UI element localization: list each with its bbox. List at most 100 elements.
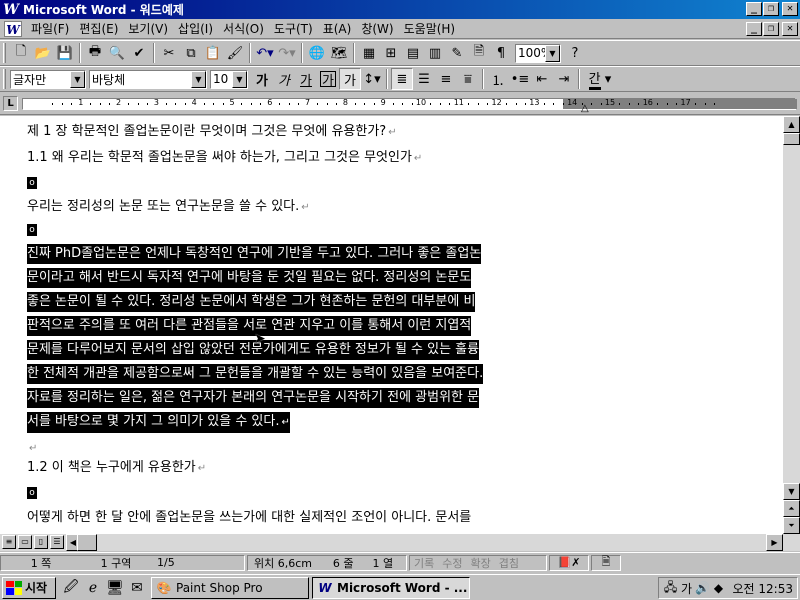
save-icon[interactable]: 💾 (54, 42, 76, 64)
character-scale-icon[interactable]: ↕▾ (361, 68, 383, 90)
menu-file[interactable]: 파일(F) (26, 20, 74, 38)
open-folder-icon[interactable]: 📂 (32, 42, 54, 64)
shading-button[interactable]: 가 (339, 68, 361, 90)
document-area[interactable]: 제 1 장 학문적인 졸업논문이란 무엇이며 그것은 무엇에 유용한가? ↵ 1.… (0, 116, 783, 534)
menu-format[interactable]: 서식(O) (218, 20, 269, 38)
menu-insert[interactable]: 삽입(I) (173, 20, 218, 38)
horizontal-scroll-thumb[interactable] (77, 534, 97, 551)
horizontal-scrollbar[interactable]: ≡ ▭ ▯ ☰ ◀ ▶ (0, 534, 800, 551)
word-app-icon[interactable]: W (3, 2, 19, 18)
border-button[interactable]: 가 (317, 68, 339, 90)
start-button[interactable]: 시작 (2, 576, 56, 599)
insert-excel-icon[interactable]: ▤ (402, 42, 424, 64)
menu-edit[interactable]: 편집(E) (74, 20, 123, 38)
spelling-status-icon[interactable]: 📕✗ (549, 554, 589, 571)
taskbar-item-paintshop[interactable]: 🎨 Paint Shop Pro (151, 576, 309, 599)
style-select[interactable]: 글자만 ▼ (10, 69, 86, 89)
font-color-button[interactable]: 간 ▾ (583, 68, 617, 90)
undo-icon[interactable]: ↶▾ (254, 42, 276, 64)
doc-close-icon[interactable]: ✕ (782, 22, 798, 36)
web-toolbar-icon[interactable]: 🗺 (328, 42, 350, 64)
chevron-down-icon[interactable]: ▼ (70, 70, 85, 88)
taskbar-item-word[interactable]: W Microsoft Word - ... (312, 576, 470, 599)
menu-window[interactable]: 창(W) (356, 20, 398, 38)
vertical-scroll-thumb[interactable] (783, 133, 800, 145)
normal-view-icon[interactable]: ≡ (2, 535, 16, 549)
insert-table-icon[interactable]: ⊞ (380, 42, 402, 64)
doc-minimize-icon[interactable]: _ (746, 22, 762, 36)
restore-icon[interactable]: ❐ (763, 2, 779, 16)
tab-selector[interactable]: L (3, 96, 18, 111)
next-page-icon[interactable]: ⏷ (783, 517, 800, 534)
decrease-indent-icon[interactable]: ⇤ (531, 68, 553, 90)
menu-help[interactable]: 도움말(H) (399, 20, 461, 38)
status-rec[interactable]: 기록 (410, 555, 438, 571)
scroll-up-icon[interactable]: ▲ (783, 116, 800, 133)
zoom-select[interactable]: 100% ▼ (515, 43, 561, 63)
bullets-icon[interactable]: •≡ (509, 68, 531, 90)
minimize-icon[interactable]: _ (746, 2, 762, 16)
redo-icon[interactable]: ↷▾ (276, 42, 298, 64)
underline-button[interactable]: 가 (295, 68, 317, 90)
scroll-down-icon[interactable]: ▼ (783, 483, 800, 500)
font-select[interactable]: 바탕체 ▼ (89, 69, 207, 89)
chevron-down-icon[interactable]: ▼ (545, 44, 560, 62)
bold-button[interactable]: 가 (251, 68, 273, 90)
scroll-right-icon[interactable]: ▶ (766, 534, 783, 551)
previous-page-icon[interactable]: ⏶ (783, 500, 800, 517)
quick-launch-icon[interactable]: 🖉 (60, 578, 82, 598)
document-map-icon[interactable]: 🗎 (468, 42, 490, 64)
page-layout-icon[interactable]: ▯ (34, 535, 48, 549)
copy-icon[interactable]: ⧉ (180, 42, 202, 64)
clock[interactable]: 오전 12:53 (733, 580, 793, 597)
tray-network-icon[interactable]: 🖧 (663, 578, 679, 599)
distribute-icon[interactable]: ⩸ (457, 68, 479, 90)
window-controls: _ ❐ ✕ (745, 2, 798, 16)
tray-ime-icon[interactable]: 가 (679, 580, 695, 597)
columns-icon[interactable]: ▥ (424, 42, 446, 64)
tray-status-icon[interactable]: ◆ (711, 581, 727, 595)
cut-icon[interactable]: ✂ (158, 42, 180, 64)
italic-button[interactable]: 가 (273, 68, 295, 90)
help-icon[interactable]: ? (564, 42, 586, 64)
tables-borders-icon[interactable]: ▦ (358, 42, 380, 64)
drawing-icon[interactable]: ✎ (446, 42, 468, 64)
vertical-scrollbar[interactable]: ▲ ▼ ⏶ ⏷ (783, 116, 800, 534)
menu-view[interactable]: 보기(V) (123, 20, 173, 38)
chevron-down-icon[interactable]: ▼ (232, 70, 247, 88)
chevron-down-icon[interactable]: ▼ (191, 70, 206, 88)
close-icon[interactable]: ✕ (782, 2, 798, 16)
spelling-icon[interactable]: ✔ (128, 42, 150, 64)
align-right-icon[interactable]: ≡ (435, 68, 457, 90)
right-indent-icon[interactable]: △ (581, 103, 589, 114)
ruler[interactable]: L 1 2 3 4 5 6 7 8 9 10 11 12 13 14 15 16 17 △ (0, 93, 800, 115)
doc-restore-icon[interactable]: ❐ (763, 22, 779, 36)
hyperlink-icon[interactable]: 🌐 (306, 42, 328, 64)
align-justify-icon[interactable]: ≣ (391, 68, 413, 90)
new-document-icon[interactable]: 🗋 (10, 42, 32, 64)
print-icon[interactable]: 🖶 (84, 42, 106, 64)
ruler-strip[interactable]: 1 2 3 4 5 6 7 8 9 10 11 12 13 14 15 16 17 △ (22, 98, 797, 114)
status-trk[interactable]: 수정 (438, 555, 466, 571)
format-painter-icon[interactable]: 🖌 (224, 42, 246, 64)
show-hide-icon[interactable]: ¶ (490, 42, 512, 64)
tray-volume-icon[interactable]: 🔊 (695, 581, 711, 595)
outline-view-icon[interactable]: ☰ (50, 535, 64, 549)
menu-table[interactable]: 표(A) (318, 20, 357, 38)
status-ext[interactable]: 확장 (467, 555, 495, 571)
web-layout-icon[interactable]: ▭ (18, 535, 32, 549)
print-preview-icon[interactable]: 🔍 (106, 42, 128, 64)
font-size-select[interactable]: 10 ▼ (210, 69, 248, 89)
outlook-icon[interactable]: ✉ (126, 578, 148, 598)
show-desktop-icon[interactable]: 🖥 (104, 578, 126, 598)
toolbar-grip[interactable] (3, 69, 6, 89)
paste-icon[interactable]: 📋 (202, 42, 224, 64)
increase-indent-icon[interactable]: ⇥ (553, 68, 575, 90)
internet-explorer-icon[interactable]: ℯ (82, 578, 104, 598)
status-ovr[interactable]: 겹침 (495, 555, 523, 571)
document-icon[interactable]: W (4, 20, 22, 37)
numbering-icon[interactable]: ⒈ (487, 68, 509, 90)
menu-tools[interactable]: 도구(T) (269, 20, 318, 38)
toolbar-grip[interactable] (3, 43, 6, 63)
align-center-icon[interactable]: ☰ (413, 68, 435, 90)
